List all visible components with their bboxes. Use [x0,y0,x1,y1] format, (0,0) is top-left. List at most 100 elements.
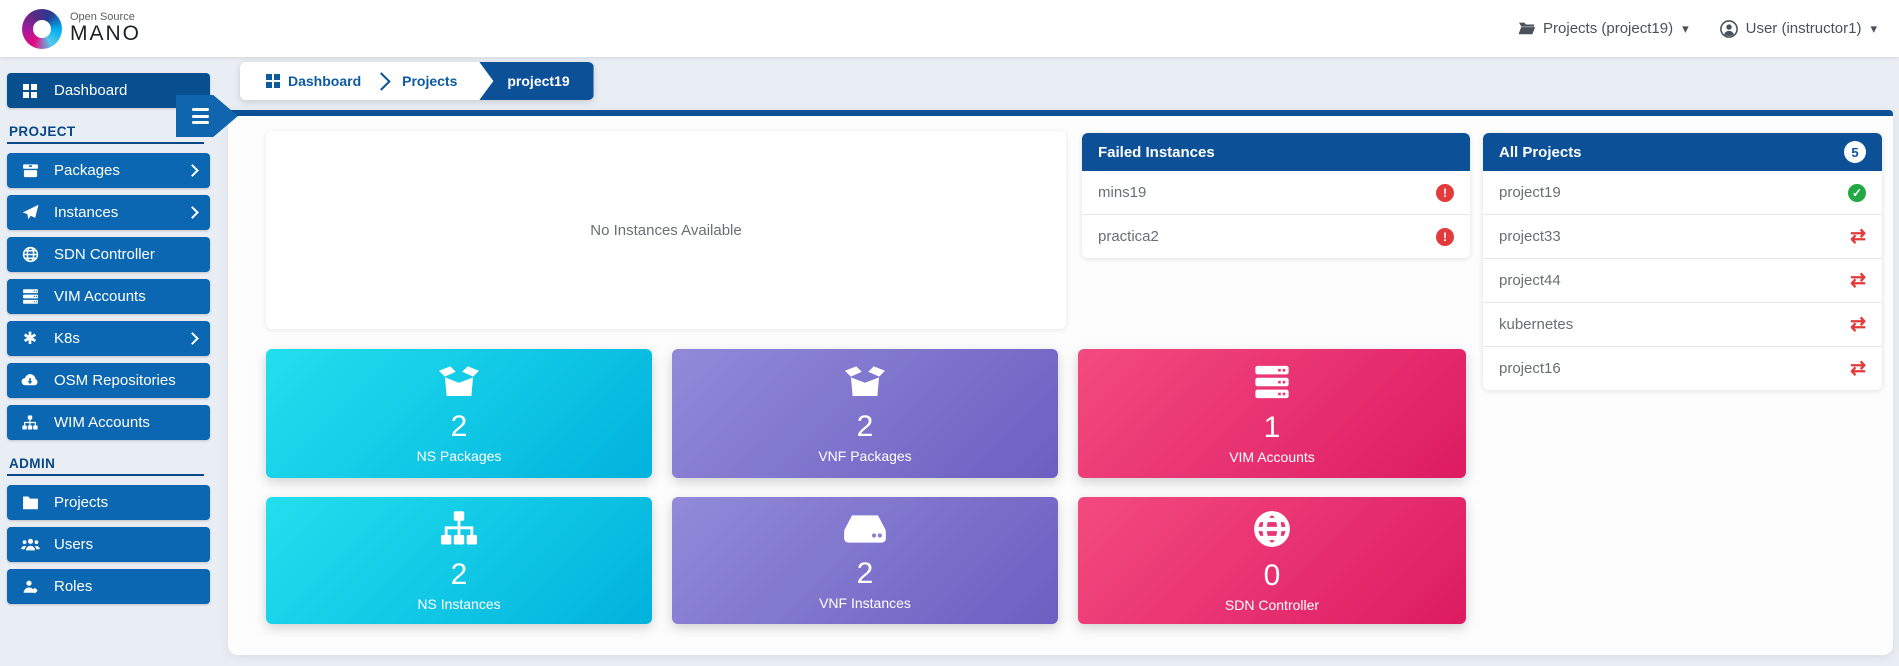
folder-open-icon [1516,21,1536,36]
user-dropdown-label: User (instructor1) [1746,20,1862,37]
failed-instance-name: mins19 [1098,184,1146,201]
stat-card-vnf-instances[interactable]: 2 VNF Instances [672,497,1058,624]
sidebar-item-users[interactable]: Users [7,527,210,562]
sidebar-item-sdn-controller[interactable]: SDN Controller [7,237,210,272]
osm-dashboard-page: Open Source MANO Projects (project19) ▾ … [0,0,1899,666]
breadcrumb-dashboard[interactable]: Dashboard [254,73,373,89]
stat-card-ns-instances[interactable]: 2 NS Instances [266,497,652,624]
breadcrumb-current-project: project19 [479,62,593,100]
sidebar-nav: Dashboard PROJECT Packages Instances SDN… [7,73,210,611]
sidebar-item-packages[interactable]: Packages [7,153,210,188]
sidebar-item-label: Projects [54,494,108,511]
hamburger-icon [192,108,209,111]
osm-logo-icon [22,9,62,49]
sitemap-icon [437,510,481,553]
sidebar-section-admin: ADMIN [7,447,204,476]
stat-value: 2 [857,557,874,590]
sidebar-item-label: Packages [54,162,120,179]
project-row[interactable]: project33 ⇄ [1483,215,1882,259]
failed-instances-header: Failed Instances [1082,133,1470,171]
stat-card-vim-accounts[interactable]: 1 VIM Accounts [1078,349,1466,478]
check-circle-icon: ✓ [1848,184,1866,202]
failed-instance-row[interactable]: mins19 ! [1082,171,1470,215]
header-menus: Projects (project19) ▾ User (instructor1… [1516,20,1877,38]
sidebar-item-wim-accounts[interactable]: WIM Accounts [7,405,210,440]
stat-value: 2 [451,410,468,443]
user-dropdown[interactable]: User (instructor1) ▾ [1719,20,1877,38]
sidebar-item-label: K8s [54,330,80,347]
hdd-icon [842,511,888,552]
error-icon: ! [1436,228,1454,246]
no-instances-card: No Instances Available [266,131,1066,329]
caret-down-icon: ▾ [1682,21,1689,37]
failed-instances-panel: Failed Instances mins19 ! practica2 ! [1082,133,1470,258]
switch-project-icon[interactable]: ⇄ [1850,359,1866,378]
breadcrumb-projects[interactable]: Projects [390,73,469,89]
sidebar-item-label: Users [54,536,93,553]
projects-dropdown[interactable]: Projects (project19) ▾ [1516,20,1689,37]
cloud-download-icon [20,373,40,389]
project-name: project33 [1499,228,1561,245]
breadcrumb-dashboard-label: Dashboard [288,73,361,89]
stat-card-ns-packages[interactable]: 2 NS Packages [266,349,652,478]
stat-card-sdn-controller[interactable]: 0 SDN Controller [1078,497,1466,624]
users-icon [20,537,40,552]
project-row[interactable]: kubernetes ⇄ [1483,303,1882,347]
project-row[interactable]: project19 ✓ [1483,171,1882,215]
chevron-right-icon [186,164,199,177]
sidebar-item-label: VIM Accounts [54,288,146,305]
breadcrumb-projects-label: Projects [402,73,457,89]
user-circle-icon [1719,20,1739,38]
failed-instance-row[interactable]: practica2 ! [1082,215,1470,258]
box-open-icon [842,364,888,405]
sidebar-item-projects[interactable]: Projects [7,485,210,520]
switch-project-icon[interactable]: ⇄ [1850,271,1866,290]
project-name: kubernetes [1499,316,1573,333]
project-name: project16 [1499,360,1561,377]
project-name: project44 [1499,272,1561,289]
all-projects-panel: All Projects 5 project19 ✓ project33 ⇄ p… [1483,133,1882,390]
switch-project-icon[interactable]: ⇄ [1850,315,1866,334]
failed-instance-name: practica2 [1098,228,1159,245]
dashboard-grid-icon [20,84,40,98]
stat-label: VNF Packages [818,448,911,464]
server-icon [20,288,40,305]
all-projects-title: All Projects [1499,144,1582,161]
projects-count-badge: 5 [1844,141,1866,163]
globe-icon [20,246,40,263]
sidebar-item-vim-accounts[interactable]: VIM Accounts [7,279,210,314]
sidebar-item-label: SDN Controller [54,246,155,263]
sidebar-item-roles[interactable]: Roles [7,569,210,604]
sitemap-icon [20,415,40,431]
stat-label: SDN Controller [1225,597,1319,613]
stat-value: 2 [451,558,468,591]
stat-label: NS Instances [417,596,500,612]
stat-label: VIM Accounts [1229,449,1315,465]
stat-value: 0 [1264,559,1281,592]
project-name: project19 [1499,184,1561,201]
no-instances-text: No Instances Available [590,222,742,239]
sidebar-item-k8s[interactable]: ✱ K8s [7,321,210,356]
projects-dropdown-label: Projects (project19) [1543,20,1673,37]
stat-card-vnf-packages[interactable]: 2 VNF Packages [672,349,1058,478]
sidebar-item-label: Instances [54,204,118,221]
box-icon [20,162,40,179]
osm-logo-text: Open Source MANO [70,12,141,46]
sidebar-item-osm-repositories[interactable]: OSM Repositories [7,363,210,398]
user-tag-icon [20,579,40,595]
box-open-icon [436,364,482,405]
sidebar-item-label: WIM Accounts [54,414,150,431]
chevron-right-icon [186,206,199,219]
switch-project-icon[interactable]: ⇄ [1850,227,1866,246]
chevron-right-icon [372,72,390,90]
paper-plane-icon [20,204,40,221]
stat-label: NS Packages [417,448,502,464]
caret-down-icon: ▾ [1870,21,1877,37]
chevron-right-icon [186,332,199,345]
project-row[interactable]: project44 ⇄ [1483,259,1882,303]
stat-value: 2 [857,410,874,443]
sidebar-item-instances[interactable]: Instances [7,195,210,230]
dashboard-grid-icon [266,74,280,88]
sidebar-item-label: Roles [54,578,92,595]
project-row[interactable]: project16 ⇄ [1483,347,1882,390]
